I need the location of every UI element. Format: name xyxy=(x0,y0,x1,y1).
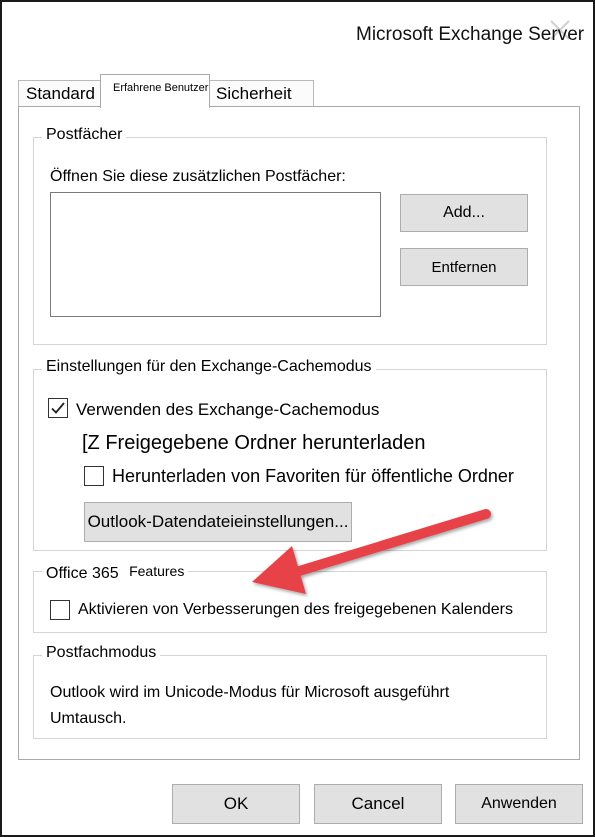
tab-advanced-users[interactable]: Erfahrene Benutzer xyxy=(100,74,210,108)
cancel-button[interactable]: Cancel xyxy=(314,784,442,824)
ok-button[interactable]: OK xyxy=(172,784,300,824)
cache-mode-group: Einstellungen für den Exchange-Cachemodu… xyxy=(33,358,547,551)
use-cache-checkbox[interactable] xyxy=(48,398,68,418)
office365-legend-main: Office 365 xyxy=(46,565,119,582)
shared-calendar-label: Aktivieren von Verbesserungen des freige… xyxy=(78,601,513,618)
office365-legend: Office 365 Features xyxy=(42,563,189,583)
shared-calendar-checkbox[interactable] xyxy=(50,600,70,620)
favorites-label: Herunterladen von Favoriten für öffentli… xyxy=(112,466,514,486)
use-cache-label: Verwenden des Exchange-Cachemodus xyxy=(76,400,380,419)
mailbox-mode-line1: Outlook wird im Unicode-Modus für Micros… xyxy=(50,684,450,701)
dialog-window: Microsoft Exchange Server Standard Erfah… xyxy=(0,0,595,837)
office365-legend-features: Features xyxy=(129,563,185,579)
remove-mailbox-button[interactable]: Entfernen xyxy=(400,248,528,286)
checkmark-icon xyxy=(51,402,65,414)
close-icon[interactable] xyxy=(548,18,572,42)
mailboxes-legend: Postfächer xyxy=(42,126,127,144)
mailboxes-prompt: Öffnen Sie diese zusätzlichen Postfächer… xyxy=(50,168,346,185)
add-mailbox-button[interactable]: Add... xyxy=(400,194,528,232)
tab-standard[interactable]: Standard xyxy=(18,80,101,108)
apply-button[interactable]: Anwenden xyxy=(455,784,583,824)
cache-mode-legend: Einstellungen für den Exchange-Cachemodu… xyxy=(42,358,376,376)
mailboxes-group: Postfächer Öffnen Sie diese zusätzlichen… xyxy=(33,126,547,345)
favorites-checkbox[interactable] xyxy=(84,466,104,486)
mailboxes-listbox[interactable] xyxy=(50,192,381,317)
shared-folders-label[interactable]: [Z Freigegebene Ordner herunterladen xyxy=(82,432,426,455)
office365-group: Office 365 Features Aktivieren von Verbe… xyxy=(33,563,547,633)
tab-panel: Postfächer Öffnen Sie diese zusätzlichen… xyxy=(18,106,580,760)
mailbox-mode-line2: Umtausch. xyxy=(50,710,127,727)
tab-security[interactable]: Sicherheit xyxy=(210,80,314,108)
mailbox-mode-legend: Postfachmodus xyxy=(42,644,161,662)
datafile-settings-button[interactable]: Outlook-Datendateieinstellungen... xyxy=(84,502,352,542)
mailbox-mode-group: Postfachmodus Outlook wird im Unicode-Mo… xyxy=(33,644,547,739)
title-bar: Microsoft Exchange Server xyxy=(2,2,593,64)
